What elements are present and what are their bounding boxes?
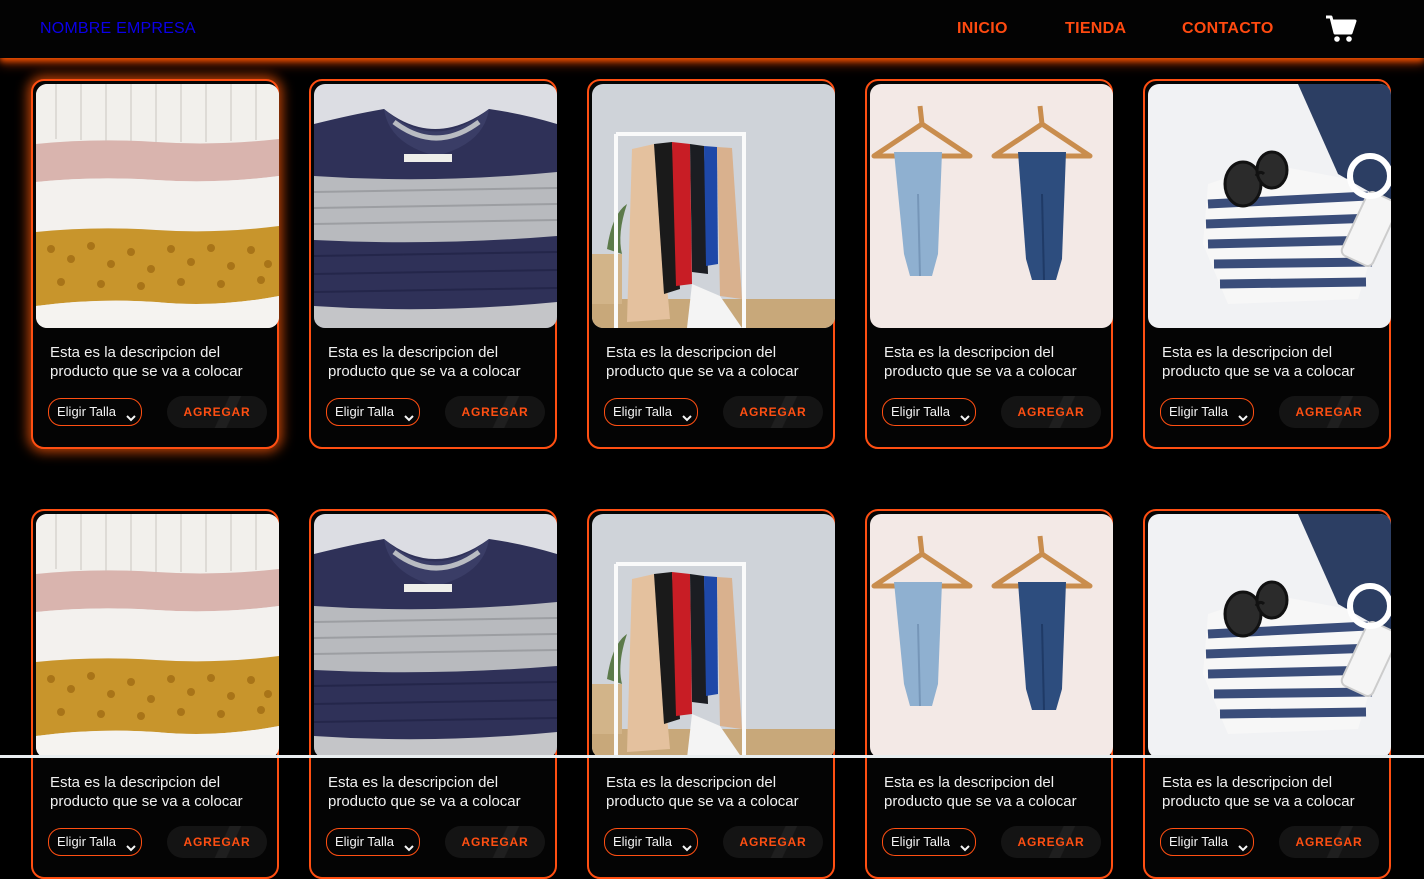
size-select-value: Eligir Talla <box>891 834 951 849</box>
chevron-down-icon <box>404 409 414 427</box>
size-select[interactable]: Eligir Talla <box>326 828 420 856</box>
chevron-down-icon <box>960 839 970 857</box>
size-select[interactable]: Eligir Talla <box>604 398 698 426</box>
product-card: Esta es la descripcion del producto que … <box>1143 79 1391 449</box>
product-description: Esta es la descripcion del producto que … <box>50 344 243 380</box>
add-to-cart-button[interactable]: AGREGAR <box>723 826 823 858</box>
product-description: Esta es la descripcion del producto que … <box>1162 774 1355 810</box>
add-to-cart-button[interactable]: AGREGAR <box>1279 396 1379 428</box>
product-image[interactable] <box>36 514 279 758</box>
size-select[interactable]: Eligir Talla <box>882 828 976 856</box>
product-description: Esta es la descripcion del producto que … <box>884 344 1077 380</box>
product-card: Esta es la descripcion del producto que … <box>1143 509 1391 879</box>
add-to-cart-button[interactable]: AGREGAR <box>445 826 545 858</box>
size-select-value: Eligir Talla <box>57 834 117 849</box>
size-select-value: Eligir Talla <box>613 834 673 849</box>
size-select[interactable]: Eligir Talla <box>882 398 976 426</box>
chevron-down-icon <box>1238 839 1248 857</box>
product-image[interactable] <box>314 84 557 328</box>
product-image[interactable] <box>1148 514 1391 758</box>
nav-link-inicio[interactable]: INICIO <box>957 20 1008 38</box>
size-select[interactable]: Eligir Talla <box>1160 398 1254 426</box>
shopping-cart-icon[interactable] <box>1325 14 1357 44</box>
size-select-value: Eligir Talla <box>1169 404 1229 419</box>
product-description: Esta es la descripcion del producto que … <box>606 774 799 810</box>
add-to-cart-button[interactable]: AGREGAR <box>1279 826 1379 858</box>
add-to-cart-button[interactable]: AGREGAR <box>167 396 267 428</box>
product-grid: Esta es la descripcion del producto que … <box>0 0 1424 879</box>
product-image[interactable] <box>870 84 1113 328</box>
add-to-cart-button[interactable]: AGREGAR <box>167 826 267 858</box>
product-description: Esta es la descripcion del producto que … <box>328 774 521 810</box>
product-card: Esta es la descripcion del producto que … <box>865 79 1113 449</box>
size-select-value: Eligir Talla <box>891 404 951 419</box>
size-select[interactable]: Eligir Talla <box>48 398 142 426</box>
add-to-cart-button[interactable]: AGREGAR <box>1001 826 1101 858</box>
add-to-cart-button[interactable]: AGREGAR <box>445 396 545 428</box>
product-description: Esta es la descripcion del producto que … <box>1162 344 1355 380</box>
product-image[interactable] <box>36 84 279 328</box>
product-description: Esta es la descripcion del producto que … <box>606 344 799 380</box>
size-select-value: Eligir Talla <box>335 834 395 849</box>
chevron-down-icon <box>682 409 692 427</box>
size-select[interactable]: Eligir Talla <box>48 828 142 856</box>
chevron-down-icon <box>1238 409 1248 427</box>
size-select[interactable]: Eligir Talla <box>1160 828 1254 856</box>
chevron-down-icon <box>960 409 970 427</box>
product-image[interactable] <box>592 84 835 328</box>
size-select-value: Eligir Talla <box>57 404 117 419</box>
add-to-cart-button[interactable]: AGREGAR <box>1001 396 1101 428</box>
product-card: Esta es la descripcion del producto que … <box>587 79 835 449</box>
size-select-value: Eligir Talla <box>1169 834 1229 849</box>
product-image[interactable] <box>592 514 835 758</box>
size-select[interactable]: Eligir Talla <box>326 398 420 426</box>
product-card: Esta es la descripcion del producto que … <box>309 79 557 449</box>
navbar: NOMBRE EMPRESA INICIO TIENDA CONTACTO <box>0 0 1424 58</box>
product-card: Esta es la descripcion del producto que … <box>865 509 1113 879</box>
product-card: Esta es la descripcion del producto que … <box>587 509 835 879</box>
product-card: Esta es la descripcion del producto que … <box>31 79 279 449</box>
chevron-down-icon <box>126 409 136 427</box>
add-to-cart-button[interactable]: AGREGAR <box>723 396 823 428</box>
size-select[interactable]: Eligir Talla <box>604 828 698 856</box>
product-image[interactable] <box>870 514 1113 758</box>
nav-link-contacto[interactable]: CONTACTO <box>1182 20 1274 38</box>
chevron-down-icon <box>404 839 414 857</box>
brand-name[interactable]: NOMBRE EMPRESA <box>40 20 196 38</box>
product-description: Esta es la descripcion del producto que … <box>328 344 521 380</box>
product-card: Esta es la descripcion del producto que … <box>309 509 557 879</box>
size-select-value: Eligir Talla <box>613 404 673 419</box>
product-image[interactable] <box>1148 84 1391 328</box>
product-description: Esta es la descripcion del producto que … <box>884 774 1077 810</box>
product-image[interactable] <box>314 514 557 758</box>
nav-link-tienda[interactable]: TIENDA <box>1065 20 1126 38</box>
product-description: Esta es la descripcion del producto que … <box>50 774 243 810</box>
product-card: Esta es la descripcion del producto que … <box>31 509 279 879</box>
chevron-down-icon <box>682 839 692 857</box>
chevron-down-icon <box>126 839 136 857</box>
size-select-value: Eligir Talla <box>335 404 395 419</box>
